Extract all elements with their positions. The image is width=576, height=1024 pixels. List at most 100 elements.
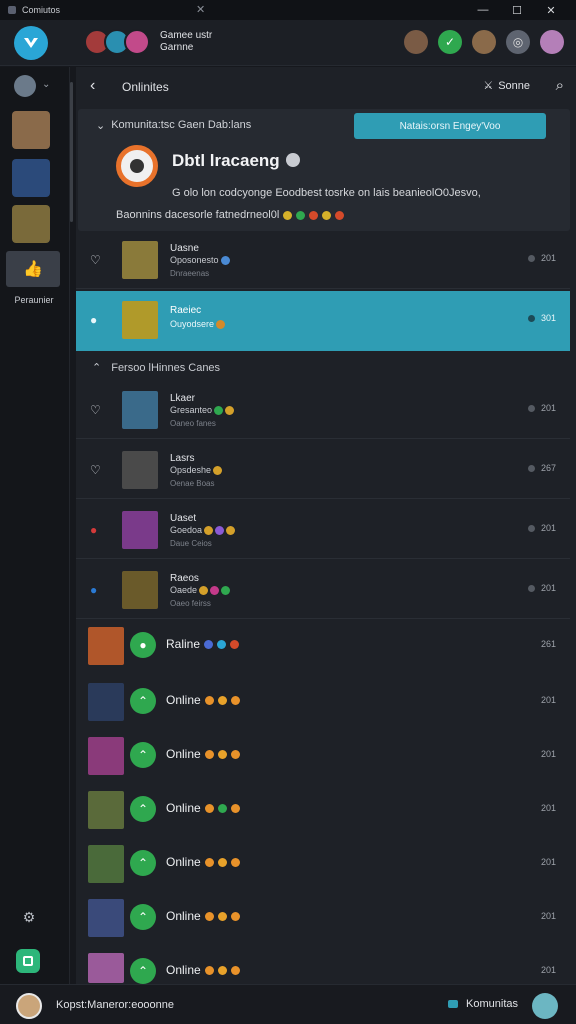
friend-thumbnail [88, 899, 124, 937]
status-dot-icon[interactable]: ● [90, 523, 97, 537]
user-avatar-icon[interactable] [404, 30, 428, 54]
online-status: Raline [166, 637, 240, 651]
emoji-icon [230, 695, 240, 705]
maximize-button[interactable]: ☐ [500, 4, 534, 17]
sidebar-item-game-2[interactable] [12, 111, 50, 149]
online-friend-row[interactable]: ⌃ Online 201 [76, 783, 570, 837]
collapse-icon[interactable]: ⌄ [42, 79, 50, 90]
back-button[interactable]: ‹ [90, 77, 95, 95]
online-friend-row[interactable]: ● Raline 261 [76, 619, 570, 673]
emoji-icon [217, 857, 227, 867]
online-label: Online [166, 693, 201, 707]
emoji-icon [213, 465, 223, 475]
group-title: Gamee ustr Garnne [160, 30, 212, 54]
settings-icon[interactable]: ◎ [506, 30, 530, 54]
chevron-up-icon[interactable]: ⌃ [92, 361, 101, 374]
online-friend-row[interactable]: ⌃ Online 201 [76, 675, 570, 729]
item-sub: Daue Ceios [170, 539, 212, 548]
tab-close-icon[interactable]: ✕ [196, 3, 205, 16]
item-sub: Oaneo fanes [170, 419, 216, 428]
online-status-icon: ⌃ [130, 904, 156, 930]
brand-logo-icon[interactable] [14, 26, 48, 60]
join-button[interactable]: Natais:orsn Engey'Voo [354, 113, 546, 139]
sidebar-item-game-1[interactable] [14, 75, 36, 97]
list-item[interactable]: ● Raeos Oaede Oaeo feirss 201 [76, 561, 570, 619]
minimize-button[interactable]: — [466, 4, 500, 16]
community-info-card: ⌄ Komunita:tsc Gaen Dab:lans Natais:orsn… [78, 109, 570, 231]
controller-icon[interactable]: ⚙ [20, 909, 38, 927]
item-sub: Oaeo feirss [170, 599, 211, 608]
item-name: Uasne [170, 243, 199, 254]
status-dot-icon[interactable]: ● [90, 583, 97, 597]
sidebar-scrollbar[interactable] [70, 82, 73, 222]
online-friend-row[interactable]: ⌃ Online 201 [76, 945, 570, 984]
main-panel: ‹ Onlinites ⚔ Sonne ⌕ ⌄ Komunita:tsc Gae… [76, 67, 576, 984]
game-thumbnail [122, 301, 158, 339]
group-avatars[interactable] [84, 29, 150, 55]
item-status: Oaede [170, 585, 231, 595]
item-status: Ouyodsere [170, 319, 226, 329]
heart-icon[interactable]: ♡ [90, 463, 101, 477]
panel-header: ‹ Onlinites ⚔ Sonne ⌕ [76, 67, 576, 107]
online-friend-row[interactable]: ⌃ Online 201 [76, 837, 570, 891]
emoji-icon [230, 965, 240, 975]
search-icon[interactable]: ⌕ [556, 77, 564, 94]
sidebar-item-active[interactable]: 👍 [6, 251, 60, 287]
emoji-icon [215, 525, 225, 535]
item-status-text: Goedoa [170, 525, 203, 535]
emoji-icon [217, 695, 227, 705]
checkmark-icon[interactable]: ✓ [438, 30, 462, 54]
sidebar-item-game-3[interactable] [12, 159, 50, 197]
status-dot-icon[interactable]: ● [90, 313, 97, 327]
emoji-icon [230, 803, 240, 813]
friend-avatar-icon[interactable] [472, 30, 496, 54]
friend-thumbnail [88, 683, 124, 721]
member-count: 201 [540, 695, 556, 705]
list-item[interactable]: ● Uaset Goedoa Daue Ceios 201 [76, 501, 570, 559]
item-name: Lasrs [170, 453, 195, 464]
emoji-icon [221, 585, 231, 595]
online-status: Online [166, 909, 240, 923]
online-status-icon: ⌃ [130, 850, 156, 876]
friend-avatar[interactable] [532, 993, 558, 1019]
section-header: ⌃ Fersoo lHinnes Canes [92, 361, 221, 375]
item-status-text: Oposonesto [170, 255, 219, 265]
item-status: Opsdeshe [170, 465, 223, 475]
member-count: 201 [540, 965, 556, 975]
app-name: Comiutos [22, 5, 61, 15]
emoji-icon [217, 803, 227, 813]
filter-button[interactable]: ⚔ Sonne [483, 79, 530, 93]
game-thumbnail [122, 451, 158, 489]
online-label: Online [166, 801, 201, 815]
community-link[interactable]: Komunitas [448, 998, 518, 1010]
online-status-icon: ⌃ [130, 958, 156, 984]
sidebar-item-game-4[interactable] [12, 205, 50, 243]
friend-thumbnail [88, 791, 124, 829]
chat-app-icon[interactable] [16, 949, 40, 973]
chat-icon [448, 1000, 459, 1008]
close-button[interactable]: ✕ [534, 4, 568, 17]
item-status-text: Ouyodsere [170, 319, 215, 329]
list-item[interactable]: ♡ Lkaer Gresanteo Oaneo fanes 201 [76, 381, 570, 439]
panel-title: Onlinites [122, 80, 169, 94]
heart-icon[interactable]: ♡ [90, 403, 101, 417]
group-title-line2: Garnne [160, 42, 194, 53]
section-title: Fersoo lHinnes Canes [111, 361, 221, 374]
online-friend-row[interactable]: ⌃ Online 201 [76, 729, 570, 783]
emoji-icon [230, 857, 240, 867]
emoji-icon [230, 911, 240, 921]
user-avatar[interactable] [16, 993, 42, 1019]
community-link-label: Komunitas [466, 998, 518, 1010]
member-count-value: 201 [540, 403, 556, 413]
profile-avatar-icon[interactable] [540, 30, 564, 54]
verified-badge-icon [286, 153, 300, 167]
online-status-icon: ⌃ [130, 688, 156, 714]
list-item-selected[interactable]: ● Raeiec Ouyodsere 301 [76, 291, 570, 351]
heart-icon[interactable]: ♡ [90, 253, 101, 267]
list-item[interactable]: ♡ Lasrs Opsdeshe Oenae Boas 267 [76, 441, 570, 499]
online-friend-row[interactable]: ⌃ Online 201 [76, 891, 570, 945]
chevron-down-icon[interactable]: ⌄ [96, 119, 105, 132]
list-item[interactable]: ♡ Uasne Oposonesto Dnraeenas 201 [76, 231, 570, 289]
item-name: Uaset [170, 513, 197, 524]
emoji-icon [309, 210, 319, 220]
